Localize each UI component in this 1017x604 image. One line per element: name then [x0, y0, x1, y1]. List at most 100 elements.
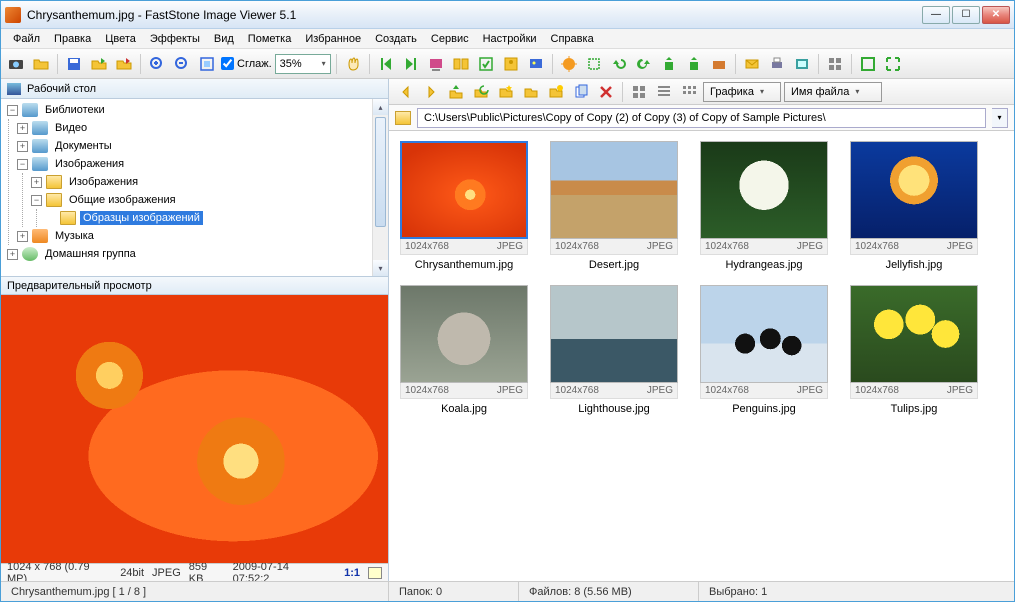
thumbnail-item[interactable]: 1024x768JPEG Jellyfish.jpg	[849, 141, 979, 271]
tree-homegroup[interactable]: Домашняя группа	[42, 247, 139, 261]
new-folder-icon[interactable]	[545, 81, 567, 103]
tag-icon[interactable]	[475, 53, 497, 75]
zoom-in-icon[interactable]	[146, 53, 168, 75]
tree-images-sub[interactable]: Изображения	[66, 175, 141, 189]
nav-refresh-icon[interactable]	[470, 81, 492, 103]
thumbnail-item[interactable]: 1024x768JPEG Koala.jpg	[399, 285, 529, 415]
titlebar[interactable]: Chrysanthemum.jpg - FastStone Image View…	[1, 1, 1014, 29]
thumbnail-item[interactable]: 1024x768JPEG Tulips.jpg	[849, 285, 979, 415]
resize-icon[interactable]	[708, 53, 730, 75]
thumbnail-item[interactable]: 1024x768JPEG Penguins.jpg	[699, 285, 829, 415]
menu-file[interactable]: Файл	[7, 31, 46, 47]
tree-music[interactable]: Музыка	[52, 229, 97, 243]
color-icon[interactable]	[558, 53, 580, 75]
tree-images[interactable]: Изображения	[52, 157, 127, 171]
menu-colors[interactable]: Цвета	[99, 31, 142, 47]
fullscreen2-icon[interactable]	[882, 53, 904, 75]
next-icon[interactable]	[400, 53, 422, 75]
fit-icon[interactable]	[196, 53, 218, 75]
thumbnail-item[interactable]: 1024x768JPEG Hydrangeas.jpg	[699, 141, 829, 271]
view-filter-combo[interactable]: Графика	[703, 82, 781, 102]
expand-icon[interactable]: +	[31, 177, 42, 188]
expand-icon[interactable]: −	[7, 105, 18, 116]
wallpaper-icon[interactable]	[525, 53, 547, 75]
rotate-right-icon[interactable]	[683, 53, 705, 75]
zoom-percent-combo[interactable]: 35%	[275, 54, 331, 74]
address-path[interactable]: C:\Users\Public\Pictures\Copy of Copy (2…	[417, 108, 986, 128]
menu-effects[interactable]: Эффекты	[144, 31, 206, 47]
menu-help[interactable]: Справка	[545, 31, 600, 47]
menu-settings[interactable]: Настройки	[477, 31, 543, 47]
copy-to-icon[interactable]	[88, 53, 110, 75]
close-button[interactable]: ✕	[982, 6, 1010, 24]
preview-pane[interactable]	[1, 295, 388, 563]
tree-samples[interactable]: Образцы изображений	[80, 211, 203, 225]
undo-icon[interactable]	[608, 53, 630, 75]
thumbnail-item[interactable]: 1024x768JPEG Chrysanthemum.jpg	[399, 141, 529, 271]
menu-favorites[interactable]: Избранное	[299, 31, 367, 47]
tree-docs[interactable]: Документы	[52, 139, 115, 153]
thumbnail-image	[700, 285, 828, 383]
maximize-button[interactable]: ☐	[952, 6, 980, 24]
thumbnail-grid[interactable]: 1024x768JPEG Chrysanthemum.jpg 1024x768J…	[389, 131, 1014, 581]
nav-back-icon[interactable]	[395, 81, 417, 103]
fav-add-icon[interactable]	[495, 81, 517, 103]
menu-view[interactable]: Вид	[208, 31, 240, 47]
zoom-out-icon[interactable]	[171, 53, 193, 75]
rotate-left-icon[interactable]	[658, 53, 680, 75]
thumbnail-name: Hydrangeas.jpg	[725, 259, 802, 271]
hand-icon[interactable]	[342, 53, 364, 75]
view-list-icon[interactable]	[653, 81, 675, 103]
copy-icon[interactable]	[570, 81, 592, 103]
print-icon[interactable]	[766, 53, 788, 75]
expand-icon[interactable]: −	[31, 195, 42, 206]
minimize-button[interactable]: —	[922, 6, 950, 24]
images-icon	[32, 157, 48, 171]
thumbnail-item[interactable]: 1024x768JPEG Lighthouse.jpg	[549, 285, 679, 415]
compare-icon[interactable]	[450, 53, 472, 75]
expand-icon[interactable]: −	[17, 159, 28, 170]
settings-icon[interactable]	[824, 53, 846, 75]
menu-create[interactable]: Создать	[369, 31, 423, 47]
expand-icon[interactable]: +	[17, 141, 28, 152]
tree-root-label: Рабочий стол	[27, 83, 96, 95]
expand-icon[interactable]: +	[17, 231, 28, 242]
redo-icon[interactable]	[633, 53, 655, 75]
view-small-icon[interactable]	[678, 81, 700, 103]
tree-shared-images[interactable]: Общие изображения	[66, 193, 179, 207]
capture-icon[interactable]	[5, 53, 27, 75]
crop-icon[interactable]	[583, 53, 605, 75]
expand-icon[interactable]: +	[7, 249, 18, 260]
prev-icon[interactable]	[375, 53, 397, 75]
menu-tools[interactable]: Сервис	[425, 31, 475, 47]
address-dropdown[interactable]: ▾	[992, 108, 1008, 128]
thumbnail-name: Desert.jpg	[589, 259, 639, 271]
menu-edit[interactable]: Правка	[48, 31, 97, 47]
menu-tag[interactable]: Пометка	[242, 31, 298, 47]
nav-forward-icon[interactable]	[420, 81, 442, 103]
slideshow-icon[interactable]	[425, 53, 447, 75]
smooth-checkbox[interactable]: Сглаж.	[221, 57, 272, 70]
browser-toolbar: Графика Имя файла	[389, 79, 1014, 105]
scan-icon[interactable]	[791, 53, 813, 75]
tree-scrollbar[interactable]: ▴▾	[372, 99, 388, 276]
mail-icon[interactable]	[741, 53, 763, 75]
view-large-icon[interactable]	[628, 81, 650, 103]
nav-up-icon[interactable]	[445, 81, 467, 103]
move-to-icon[interactable]	[113, 53, 135, 75]
save-icon[interactable]	[63, 53, 85, 75]
status-files: Файлов: 8 (5.56 MB)	[519, 582, 699, 601]
histogram-icon[interactable]	[368, 567, 382, 579]
tree-video[interactable]: Видео	[52, 121, 90, 135]
fullscreen-icon[interactable]	[857, 53, 879, 75]
expand-icon[interactable]: +	[17, 123, 28, 134]
thumbnail-item[interactable]: 1024x768JPEG Desert.jpg	[549, 141, 679, 271]
open-icon[interactable]	[30, 53, 52, 75]
folder-tree[interactable]: − Библиотеки + Видео + Документы − Изображен…	[1, 99, 388, 277]
sort-combo[interactable]: Имя файла	[784, 82, 882, 102]
contact-icon[interactable]	[500, 53, 522, 75]
tree-libraries[interactable]: Библиотеки	[42, 103, 108, 117]
fav-icon[interactable]	[520, 81, 542, 103]
thumbnail-meta: 1024x768JPEG	[400, 239, 528, 255]
delete-icon[interactable]	[595, 81, 617, 103]
